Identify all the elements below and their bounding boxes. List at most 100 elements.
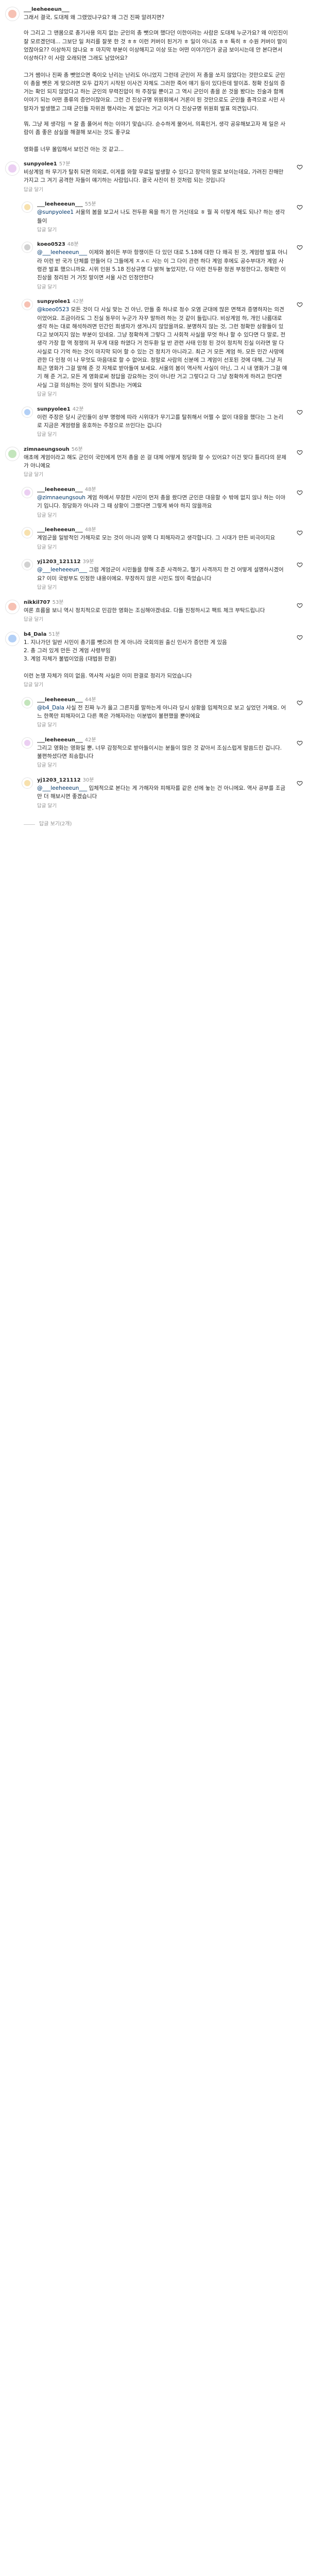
avatar[interactable] <box>22 406 33 418</box>
comment-header: ___leeheeeun___ 55분 <box>37 201 288 208</box>
comment-username[interactable]: sunpyolee1 <box>37 406 71 412</box>
reply-button[interactable]: 답글 달기 <box>24 187 43 193</box>
avatar[interactable] <box>22 697 33 708</box>
heart-outline-icon[interactable] <box>297 301 303 308</box>
reply-button[interactable]: 답글 달기 <box>37 284 57 290</box>
comment-actions: 답글 달기 <box>37 722 288 730</box>
comment-text: 여론 흐름을 보니 역시 정치적으로 민감한 영화는 조심해야겠네요. 다들 진… <box>24 607 265 614</box>
heart-outline-icon[interactable] <box>297 489 303 496</box>
avatar[interactable] <box>5 7 20 21</box>
comment-username[interactable]: ___leeheeeun___ <box>37 697 83 703</box>
reply-button[interactable]: 답글 달기 <box>37 227 57 233</box>
reply-button[interactable]: 답글 달기 <box>37 722 57 728</box>
comment-text: 이런 주장은 당시 군인들이 상부 명령에 따라 시위대가 무기고를 탈취해서 … <box>37 414 284 429</box>
reply-button[interactable]: 답글 달기 <box>37 513 57 518</box>
mention-link[interactable]: @___leeheeeun___ <box>37 785 87 791</box>
heart-outline-icon[interactable] <box>297 562 303 568</box>
avatar[interactable] <box>22 559 33 571</box>
avatar-image <box>24 244 30 251</box>
comment-text: 아 그리고 그 맨몸으로 총기사용 의지 없는 군인의 총 뺏으며 했다던 이한… <box>24 30 288 112</box>
heart-outline-icon[interactable] <box>297 700 303 706</box>
heart-outline-icon[interactable] <box>297 244 303 250</box>
reply-button[interactable]: 답글 달기 <box>37 432 57 437</box>
comment-item: ___leeheeeun___ 42분 그리고 영화는 영화일 뿐, 너무 감정적… <box>0 733 309 773</box>
avatar-image <box>24 204 30 211</box>
avatar[interactable] <box>22 299 33 311</box>
comment-text: 뭐, 그냥 제 생각임 ㅋ 잘 좀 풀어서 하는 이야기 맞습니다. 순수하게 … <box>24 121 286 152</box>
mention-link[interactable]: @b4_Dala <box>37 705 64 711</box>
avatar-image <box>8 602 16 611</box>
comment-header: ___leeheeeun___ 44분 <box>37 697 288 704</box>
mention-link[interactable]: @sunpyolee1 <box>37 209 74 215</box>
avatar[interactable] <box>22 777 33 789</box>
heart-outline-icon[interactable] <box>297 409 303 415</box>
avatar-image <box>24 489 30 496</box>
comment-username[interactable]: zimnaeungsouh <box>24 447 70 452</box>
comment-username[interactable]: koeo0523 <box>37 242 65 247</box>
divider-line <box>24 824 35 825</box>
comment-username[interactable]: ___leeheeeun___ <box>37 201 83 207</box>
heart-outline-icon[interactable] <box>297 204 303 210</box>
avatar[interactable] <box>22 201 33 213</box>
reply-button[interactable]: 답글 달기 <box>24 472 43 478</box>
heart-outline-icon[interactable] <box>297 634 303 640</box>
comment-username[interactable]: sunpyolee1 <box>24 161 57 167</box>
reply-button[interactable]: 답글 달기 <box>37 762 57 768</box>
reply-button[interactable]: 답글 달기 <box>37 803 57 809</box>
avatar[interactable] <box>22 487 33 499</box>
comment-content: ___leeheeeun___ 48분 @zimnaeungsouh 계엄 하에서… <box>37 486 288 519</box>
avatar[interactable] <box>22 242 33 253</box>
comment-username[interactable]: ___leeheeeun___ <box>24 7 70 12</box>
mention-link[interactable]: @___leeheeeun___ <box>37 567 87 573</box>
comment-username[interactable]: sunpyolee1 <box>37 299 71 304</box>
comment-item: ___leeheeeun___ 그래서 결국, 도대체 왜 그랬었냐구요? 왜 … <box>0 2 309 25</box>
comment-item: ___leeheeeun___ 48분 계엄군을 일방적인 가해자로 모는 것이 … <box>0 522 309 554</box>
heart-outline-icon[interactable] <box>297 449 303 455</box>
heart-outline-icon[interactable] <box>297 530 303 536</box>
comment-actions: 답글 달기 <box>37 512 288 520</box>
comment-username[interactable]: ___leeheeeun___ <box>37 487 83 493</box>
avatar[interactable] <box>22 737 33 749</box>
reply-button[interactable]: 답글 달기 <box>37 585 57 590</box>
avatar[interactable] <box>5 631 20 646</box>
comment-actions: 답글 달기 <box>24 616 288 624</box>
reply-button[interactable]: 답글 달기 <box>37 545 57 550</box>
comment-username[interactable]: yj1203_121112 <box>37 559 81 565</box>
avatar[interactable] <box>5 446 20 461</box>
comment-time: 48분 <box>84 487 96 493</box>
comment-content: sunpyolee1 57분 비상계엄 하 무기가 탈취 되면 의외로, 이게를 … <box>24 161 288 194</box>
avatar[interactable] <box>22 527 33 539</box>
mention-link[interactable]: @___leeheeeun___ <box>37 249 87 256</box>
comment-username[interactable]: b4_Dala <box>24 632 46 637</box>
avatar[interactable] <box>5 161 20 176</box>
comment-username[interactable]: nikkil707 <box>24 600 50 605</box>
reply-button[interactable]: 답글 달기 <box>37 392 57 397</box>
comment-username[interactable]: ___leeheeeun___ <box>37 737 83 743</box>
comment-time: 39분 <box>82 559 94 565</box>
reply-button[interactable]: 답글 달기 <box>24 617 43 622</box>
heart-outline-icon[interactable] <box>297 164 303 170</box>
comment-content: yj1203_121112 30분 @___leeheeeun___ 입체적으로 … <box>37 777 288 810</box>
comment-item: b4_Dala 51분 1. 지나가던 일반 시민이 총기를 뺏으려 한 게 아니… <box>0 627 309 692</box>
comment-item: yj1203_121112 30분 @___leeheeeun___ 입체적으로 … <box>0 773 309 813</box>
comment-username[interactable]: yj1203_121112 <box>37 777 81 783</box>
heart-outline-icon[interactable] <box>297 602 303 608</box>
comment-header: ___leeheeeun___ 48분 <box>37 527 288 534</box>
comment-content: yj1203_121112 39분 @___leeheeeun___ 그럼 계엄군… <box>37 558 288 591</box>
comment-content: b4_Dala 51분 1. 지나가던 일반 시민이 총기를 뺏으려 한 게 아니… <box>24 631 288 689</box>
heart-outline-icon[interactable] <box>297 740 303 746</box>
comment-content: sunpyolee1 42분 이런 주장은 당시 군인들이 상부 명령에 따라 시… <box>37 406 288 439</box>
comment-username[interactable]: ___leeheeeun___ <box>37 527 83 533</box>
avatar[interactable] <box>5 599 20 614</box>
comment-text: 그리고 영화는 영화일 뿐, 너무 감정적으로 받아들이시는 분들이 많은 것 … <box>37 744 284 760</box>
comment-item: yj1203_121112 39분 @___leeheeeun___ 그럼 계엄군… <box>0 554 309 595</box>
comment-item: ___leeheeeun___ 55분 @sunpyolee1 서울의 봄을 보고… <box>0 197 309 237</box>
comment-content: ___leeheeeun___ 그래서 결국, 도대체 왜 그랬었냐구요? 왜 … <box>24 6 288 22</box>
more-replies-label: 답글 보기(2개) <box>39 821 72 827</box>
reply-button[interactable]: 답글 달기 <box>24 682 43 688</box>
comment-content: ___leeheeeun___ 55분 @sunpyolee1 서울의 봄을 보고… <box>37 201 288 234</box>
mention-link[interactable]: @koeo0523 <box>37 307 69 313</box>
mention-link[interactable]: @zimnaeungsouh <box>37 495 85 501</box>
more-replies-button[interactable]: 답글 보기(2개) <box>0 818 309 833</box>
heart-outline-icon[interactable] <box>297 780 303 786</box>
